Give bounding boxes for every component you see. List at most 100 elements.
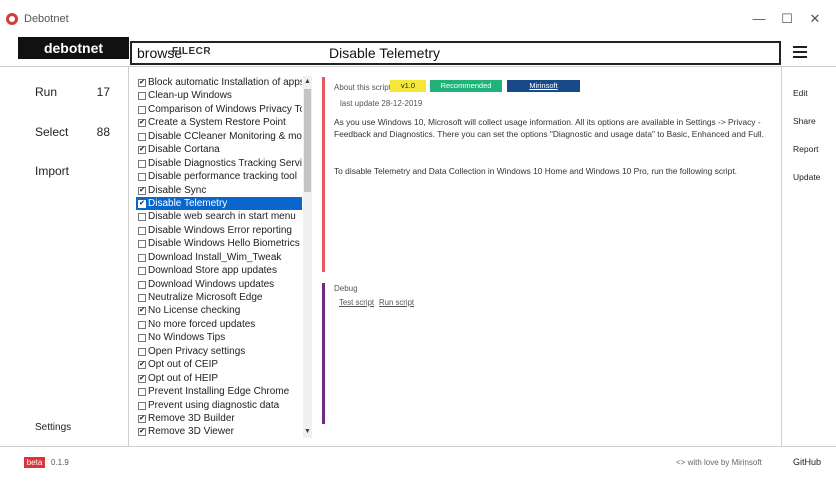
script-item[interactable]: Disable performance tracking tool	[136, 170, 302, 183]
nav-settings[interactable]: Settings	[35, 422, 71, 433]
script-item[interactable]: ✔ Opt out of HEIP	[136, 372, 302, 385]
script-checkbox[interactable]: ✔	[138, 79, 146, 87]
script-list-scrollbar[interactable]: ▲ ▼	[303, 76, 312, 438]
script-checkbox[interactable]	[138, 213, 146, 222]
close-button[interactable]: ✕	[800, 8, 830, 30]
script-label: Disable Telemetry	[148, 197, 228, 209]
last-update: last update 28-12-2019	[340, 99, 423, 108]
script-checkbox[interactable]: ✔	[138, 414, 146, 423]
script-item[interactable]: Comparison of Windows Privacy Tools	[136, 103, 302, 116]
script-checkbox[interactable]: ✔	[138, 186, 146, 195]
script-checkbox[interactable]	[138, 267, 146, 276]
maximize-button[interactable]: ☐	[772, 8, 802, 30]
script-checkbox[interactable]: ✔	[138, 119, 146, 128]
script-item[interactable]: Prevent using diagnostic data	[136, 399, 302, 412]
divider	[0, 66, 836, 67]
script-item[interactable]: ✔ No License checking	[136, 304, 302, 317]
run-script-link[interactable]: Run script	[379, 298, 414, 307]
script-item[interactable]: Download Install_Wim_Tweak	[136, 251, 302, 264]
recommended-badge: Recommended	[430, 80, 502, 92]
script-item[interactable]: ✔ Remove 3D Viewer	[136, 425, 302, 438]
script-item[interactable]: Disable Windows Hello Biometrics	[136, 237, 302, 250]
nav-import[interactable]: Import	[35, 164, 69, 178]
script-item[interactable]: ✔ Disable Telemetry	[136, 196, 302, 211]
script-label: No Windows Tips	[148, 332, 226, 344]
script-checkbox[interactable]	[138, 294, 146, 302]
report-button[interactable]: Report	[793, 144, 819, 154]
script-item[interactable]: ✔ Remove 3D Builder	[136, 412, 302, 425]
script-item[interactable]: Neutralize Microsoft Edge	[136, 291, 302, 304]
script-item[interactable]: Disable web search in start menu	[136, 210, 302, 223]
script-label: Disable performance tracking tool	[148, 171, 297, 183]
script-item[interactable]: Disable Diagnostics Tracking Service	[136, 157, 302, 170]
script-label: Disable CCleaner Monitoring & more	[148, 130, 302, 142]
debug-accent-bar	[322, 283, 325, 424]
script-checkbox[interactable]: ✔	[138, 428, 146, 437]
script-label: Disable Windows Hello Biometrics	[148, 238, 300, 250]
script-checkbox[interactable]: ✔	[138, 199, 146, 208]
minimize-button[interactable]: —	[744, 8, 774, 30]
update-button[interactable]: Update	[793, 172, 820, 182]
script-label: Prevent using diagnostic data	[148, 399, 280, 411]
nav-select[interactable]: Select	[35, 125, 68, 139]
script-checkbox[interactable]	[138, 334, 146, 343]
app-logo-icon	[6, 13, 18, 25]
script-checkbox[interactable]	[138, 132, 146, 141]
script-item[interactable]: No Windows Tips	[136, 331, 302, 344]
script-checkbox[interactable]: ✔	[138, 307, 146, 316]
script-checkbox[interactable]: ✔	[138, 374, 146, 383]
script-item[interactable]: ✔ Create a System Restore Point	[136, 116, 302, 129]
script-item[interactable]: ✔ Disable Sync	[136, 184, 302, 197]
script-item[interactable]: Disable CCleaner Monitoring & more	[136, 130, 302, 143]
github-link[interactable]: GitHub	[793, 457, 821, 467]
header-bar: browse FILECR Disable Telemetry	[130, 41, 781, 65]
script-item[interactable]: Download Windows updates	[136, 278, 302, 291]
script-item[interactable]: Download Store app updates	[136, 264, 302, 277]
script-checkbox[interactable]	[138, 159, 146, 168]
divider	[781, 66, 782, 446]
script-item[interactable]: Open Privacy settings	[136, 345, 302, 358]
script-checkbox[interactable]	[138, 253, 146, 262]
script-label: Disable Sync	[148, 184, 207, 196]
script-checkbox[interactable]	[138, 240, 146, 249]
scroll-thumb[interactable]	[304, 89, 311, 192]
script-checkbox[interactable]	[138, 401, 146, 410]
author-link[interactable]: Mirinsoft	[507, 80, 580, 92]
beta-badge: beta	[24, 457, 45, 468]
edit-button[interactable]: Edit	[793, 88, 808, 98]
script-label: Remove 3D Viewer	[148, 426, 234, 438]
script-item[interactable]: No more forced updates	[136, 318, 302, 331]
script-label: Remove 3D Builder	[148, 412, 235, 424]
script-item[interactable]: ✔ Block automatic Installation of apps	[136, 76, 302, 89]
script-label: Disable Diagnostics Tracking Service	[148, 157, 302, 169]
script-checkbox[interactable]: ✔	[138, 146, 146, 155]
script-label: Neutralize Microsoft Edge	[148, 292, 263, 303]
script-checkbox[interactable]	[138, 388, 146, 397]
test-script-link[interactable]: Test script	[339, 298, 374, 307]
share-button[interactable]: Share	[793, 116, 816, 126]
nav-run[interactable]: Run	[35, 85, 57, 99]
script-checkbox[interactable]: ✔	[138, 361, 146, 370]
script-item[interactable]: ✔ Disable Cortana	[136, 143, 302, 156]
script-checkbox[interactable]	[138, 105, 146, 114]
script-instruction: To disable Telemetry and Data Collection…	[334, 166, 737, 176]
about-accent-bar	[322, 77, 325, 272]
script-label: Opt out of CEIP	[148, 359, 219, 371]
script-item[interactable]: Disable Windows Error reporting	[136, 224, 302, 237]
script-checkbox[interactable]	[138, 347, 146, 356]
script-checkbox[interactable]	[138, 320, 146, 329]
script-item[interactable]: Prevent Installing Edge Chrome	[136, 385, 302, 398]
script-label: No License checking	[148, 305, 241, 317]
scroll-down-icon[interactable]: ▼	[303, 427, 312, 437]
scroll-up-icon[interactable]: ▲	[303, 77, 312, 87]
script-item[interactable]: Clean-up Windows	[136, 89, 302, 102]
script-checkbox[interactable]	[138, 92, 146, 101]
script-item[interactable]: ✔ Opt out of CEIP	[136, 358, 302, 371]
script-checkbox[interactable]	[138, 280, 146, 289]
script-checkbox[interactable]	[138, 226, 146, 235]
script-label: Download Windows updates	[148, 278, 275, 290]
run-count: 17	[96, 85, 110, 99]
script-checkbox[interactable]	[138, 173, 146, 182]
script-label: Clean-up Windows	[148, 90, 232, 102]
hamburger-menu-icon[interactable]	[793, 46, 807, 58]
